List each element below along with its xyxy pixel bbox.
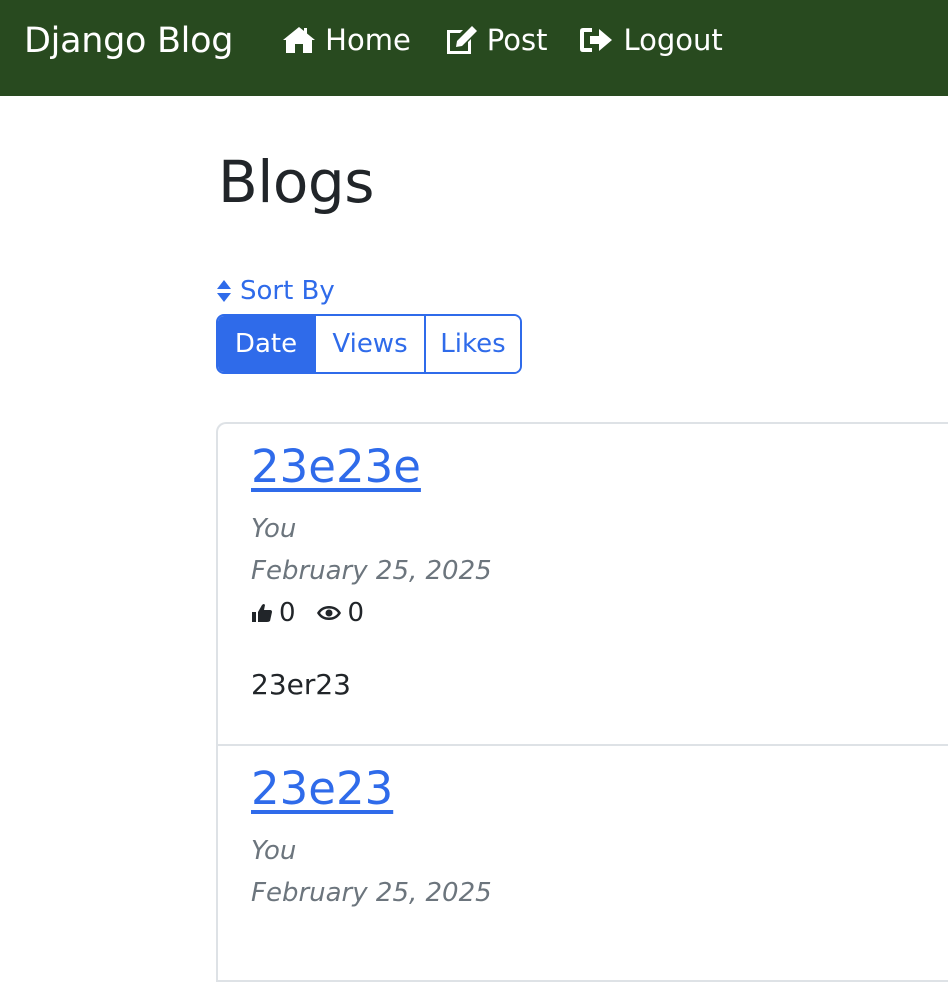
home-icon [283, 27, 316, 53]
sort-icon [217, 280, 231, 302]
nav-link-home[interactable]: Home [281, 23, 411, 57]
views-count: 0 [347, 598, 365, 628]
nav-link-post-label: Post [486, 23, 548, 57]
post-item: 23e23e You February 25, 2025 0 0 23er23 [218, 424, 948, 744]
main-content: Blogs Sort By Date Views Likes 23e23e Yo… [216, 96, 948, 982]
nav-link-post[interactable]: Post [443, 23, 548, 57]
post-author: You [251, 514, 297, 544]
edit-icon [446, 26, 477, 54]
post-item: 23e23 You February 25, 2025 [218, 744, 948, 914]
likes-stat: 0 [251, 598, 296, 628]
page-title: Blogs [218, 148, 374, 216]
navbar: Django Blog Home Post Logout [0, 0, 948, 96]
nav-link-logout-label: Logout [623, 23, 723, 57]
sort-by-label: Sort By [216, 276, 948, 306]
sort-views-button[interactable]: Views [314, 316, 424, 372]
post-title-link[interactable]: 23e23 [251, 760, 393, 818]
logout-icon [580, 28, 613, 52]
eye-icon [316, 606, 341, 620]
post-stats: 0 0 [251, 592, 948, 634]
nav-link-logout[interactable]: Logout [579, 23, 723, 57]
post-title-link[interactable]: 23e23e [251, 438, 421, 496]
nav-link-home-label: Home [325, 23, 411, 57]
sort-button-group: Date Views Likes [216, 314, 522, 374]
post-date: February 25, 2025 [251, 878, 492, 908]
sort-likes-button[interactable]: Likes [424, 316, 520, 372]
sort-by-text: Sort By [240, 276, 335, 306]
nav-links: Home Post Logout [281, 23, 755, 57]
posts-list: 23e23e You February 25, 2025 0 0 23er23 … [216, 422, 948, 982]
navbar-brand[interactable]: Django Blog [24, 21, 233, 61]
views-stat: 0 [316, 598, 365, 628]
sort-date-button[interactable]: Date [218, 316, 314, 372]
post-date: February 25, 2025 [251, 556, 492, 586]
post-body: 23er23 [251, 668, 351, 701]
thumbs-up-icon [252, 604, 272, 622]
post-author: You [251, 836, 297, 866]
likes-count: 0 [279, 598, 296, 628]
